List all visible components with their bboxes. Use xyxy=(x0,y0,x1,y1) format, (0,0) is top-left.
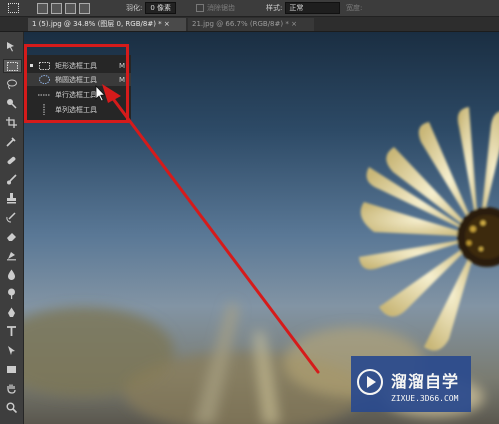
path-select-icon[interactable] xyxy=(3,344,20,356)
tab-document-2[interactable]: 21.jpg @ 66.7% (RGB/8#) * × xyxy=(188,18,314,31)
hand-icon[interactable] xyxy=(3,382,20,394)
zoom-icon[interactable] xyxy=(3,401,20,413)
width-label: 宽度: xyxy=(346,4,363,12)
stamp-icon[interactable] xyxy=(3,192,20,204)
subtract-selection-icon[interactable] xyxy=(65,2,76,14)
lasso-icon[interactable] xyxy=(3,78,20,90)
healing-icon[interactable] xyxy=(3,154,20,166)
tool-preset-picker[interactable] xyxy=(3,0,23,16)
document-tab-bar: 1 (5).jpg @ 34.8% (图层 0, RGB/8#) * × 21.… xyxy=(0,17,499,32)
eyedropper-icon[interactable] xyxy=(3,135,20,147)
options-bar: 羽化: 0 像素 消除锯齿 样式: 正常 宽度: xyxy=(0,0,499,17)
style-select[interactable]: 正常 xyxy=(285,2,341,14)
move-icon[interactable] xyxy=(3,40,20,52)
type-icon[interactable] xyxy=(3,325,20,337)
tab-label: 1 (5).jpg @ 34.8% (图层 0, RGB/8#) * xyxy=(32,20,162,28)
blur-icon[interactable] xyxy=(3,268,20,280)
tools-panel xyxy=(0,32,24,424)
style-label: 样式: xyxy=(266,4,283,12)
selection-mode-group xyxy=(34,0,90,16)
intersect-selection-icon[interactable] xyxy=(79,2,90,14)
watermark-subtitle: ZIXUE.3D66.COM xyxy=(391,394,459,403)
brush-icon[interactable] xyxy=(3,173,20,185)
feather-label: 羽化: xyxy=(126,4,143,12)
tab-close-icon[interactable]: × xyxy=(291,20,297,28)
play-icon xyxy=(357,369,383,395)
highlight-box xyxy=(24,44,129,123)
add-selection-icon[interactable] xyxy=(51,2,62,14)
antialias-label: 消除锯齿 xyxy=(207,4,235,12)
antialias-checkbox[interactable] xyxy=(196,4,204,12)
gradient-icon[interactable] xyxy=(3,249,20,261)
feather-input[interactable]: 0 像素 xyxy=(145,2,177,14)
quick-select-icon[interactable] xyxy=(3,97,20,109)
new-selection-icon[interactable] xyxy=(37,2,48,14)
marquee-preset-icon xyxy=(7,3,19,13)
dodge-icon[interactable] xyxy=(3,287,20,299)
tab-label: 21.jpg @ 66.7% (RGB/8#) * xyxy=(192,20,289,28)
watermark: 溜溜自学 ZIXUE.3D66.COM xyxy=(351,356,471,412)
watermark-title: 溜溜自学 xyxy=(391,372,460,391)
eraser-icon[interactable] xyxy=(3,230,20,242)
tab-document-1[interactable]: 1 (5).jpg @ 34.8% (图层 0, RGB/8#) * × xyxy=(28,18,186,31)
history-brush-icon[interactable] xyxy=(3,211,20,223)
marquee-icon[interactable] xyxy=(3,59,22,73)
tab-close-icon[interactable]: × xyxy=(164,20,170,28)
shape-icon[interactable] xyxy=(3,363,20,375)
crop-icon[interactable] xyxy=(3,116,20,128)
pen-icon[interactable] xyxy=(3,306,20,318)
